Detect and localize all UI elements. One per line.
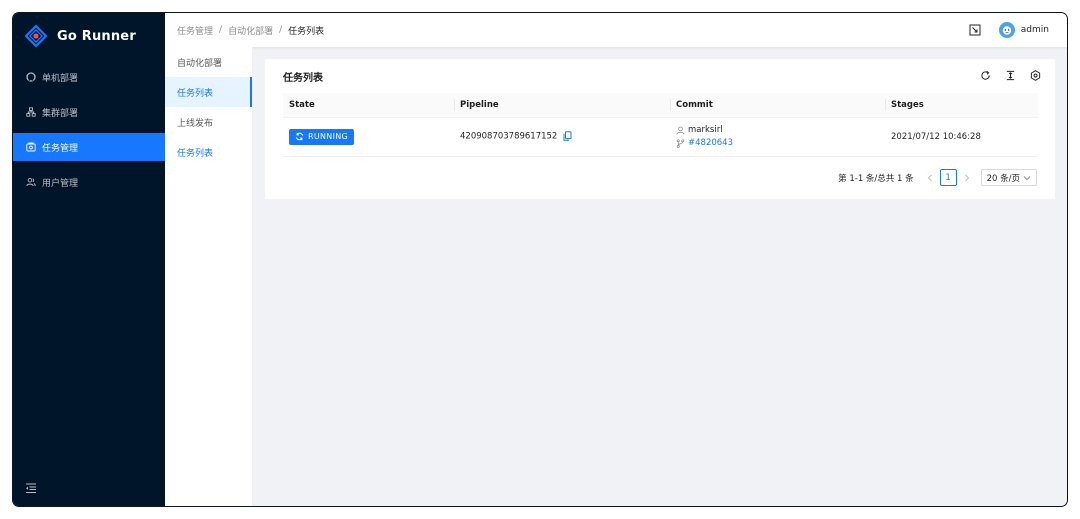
- commit-cell: marksirl #4820643: [670, 117, 885, 157]
- chevron-right-icon: [964, 174, 969, 181]
- table-toolbar: [966, 69, 1041, 81]
- page-size-value: 20 条/页: [986, 173, 1020, 184]
- card-title: 任务列表: [283, 73, 323, 84]
- next-page-button[interactable]: [961, 170, 973, 186]
- commit-link[interactable]: #4820643: [688, 138, 733, 148]
- header-actions: admin: [969, 13, 1049, 47]
- pipeline-cell: 420908703789617152: [454, 117, 670, 157]
- stages-cell: 2021/07/12 10:46:28: [885, 117, 1038, 157]
- breadcrumb-item[interactable]: 任务管理: [177, 24, 213, 37]
- username[interactable]: admin: [1021, 25, 1049, 35]
- app-window: Go Runner 单机部署 集群部署 任务管理 用户管理 任务管理 / 自动化…: [13, 13, 1067, 506]
- sidebar: Go Runner 单机部署 集群部署 任务管理 用户管理: [13, 13, 165, 506]
- go-runner-logo-icon: [25, 25, 47, 47]
- sidebar-item-label: 单机部署: [42, 73, 79, 84]
- top-header: 任务管理 / 自动化部署 / 任务列表 admin: [165, 13, 1067, 47]
- copy-icon[interactable]: [563, 131, 572, 141]
- commit-hash-line: #4820643: [676, 137, 885, 149]
- commit-author: marksirl: [688, 125, 723, 135]
- submenu-item-task-list-2[interactable]: 任务列表: [165, 137, 252, 167]
- app-title: Go Runner: [57, 28, 136, 44]
- breadcrumb-current: 任务列表: [288, 26, 325, 37]
- commit-author-line: marksirl: [676, 124, 885, 136]
- app-logo[interactable]: Go Runner: [13, 13, 165, 59]
- status-text: RUNNING: [308, 132, 349, 141]
- submenu-item-auto-deploy[interactable]: 自动化部署: [165, 47, 252, 77]
- breadcrumb-separator: /: [219, 25, 223, 35]
- status-badge: RUNNING: [289, 128, 355, 145]
- page-number-button[interactable]: 1: [939, 169, 957, 186]
- fullscreen-icon[interactable]: [969, 24, 981, 36]
- pagination-total: 第 1-1 条/总共 1 条: [838, 173, 914, 184]
- sidebar-item-label: 用户管理: [42, 178, 79, 189]
- task-list-card: 任务列表 State Pipeline Commit Stages RUNNIN…: [265, 59, 1055, 199]
- breadcrumb-separator: /: [279, 25, 283, 35]
- settings-gear-icon[interactable]: [1029, 69, 1041, 81]
- chevron-down-icon: [1023, 175, 1031, 180]
- chevron-left-icon: [927, 174, 932, 181]
- cluster-icon: [26, 107, 36, 117]
- avatar-face-icon: [1002, 26, 1011, 35]
- prev-page-button[interactable]: [924, 170, 936, 186]
- column-header-stages[interactable]: Stages: [885, 93, 1038, 118]
- breadcrumb: 任务管理 / 自动化部署 / 任务列表: [177, 24, 324, 37]
- branch-icon: [676, 138, 685, 148]
- user-group-icon: [26, 177, 36, 187]
- github-icon: [26, 72, 36, 82]
- sync-icon: [295, 132, 304, 141]
- secondary-menu: 自动化部署 任务列表 上线发布 任务列表: [165, 47, 253, 506]
- page-size-select[interactable]: 20 条/页: [980, 169, 1037, 186]
- pipeline-id: 420908703789617152: [460, 131, 558, 142]
- avatar[interactable]: [998, 22, 1015, 38]
- main-menu: 单机部署 集群部署 任务管理 用户管理: [13, 63, 165, 203]
- sidebar-item-label: 任务管理: [42, 143, 79, 154]
- sidebar-item-user-management[interactable]: 用户管理: [13, 168, 165, 196]
- sidebar-item-label: 集群部署: [42, 108, 79, 119]
- reload-icon[interactable]: [979, 69, 991, 81]
- screenshot-frame: Go Runner 单机部署 集群部署 任务管理 用户管理 任务管理 / 自动化…: [0, 0, 1080, 519]
- user-icon: [676, 126, 685, 135]
- sidebar-item-task-management[interactable]: 任务管理: [13, 133, 165, 161]
- task-icon: [26, 142, 36, 152]
- submenu-item-task-list[interactable]: 任务列表: [165, 77, 252, 107]
- table-row[interactable]: RUNNING 420908703789617152 marksirl #482…: [283, 117, 1038, 157]
- menu-fold-icon[interactable]: [25, 482, 37, 494]
- column-header-pipeline[interactable]: Pipeline: [454, 93, 670, 118]
- column-height-icon[interactable]: [1004, 69, 1016, 81]
- breadcrumb-item[interactable]: 自动化部署: [228, 24, 273, 37]
- sidebar-item-cluster-deploy[interactable]: 集群部署: [13, 98, 165, 126]
- sidebar-item-standalone-deploy[interactable]: 单机部署: [13, 63, 165, 91]
- task-table: State Pipeline Commit Stages RUNNING 420…: [283, 93, 1038, 157]
- submenu-item-release[interactable]: 上线发布: [165, 107, 252, 137]
- pagination: 第 1-1 条/总共 1 条 1 20 条/页: [838, 169, 1037, 186]
- column-header-commit[interactable]: Commit: [670, 93, 885, 118]
- column-header-state[interactable]: State: [283, 93, 454, 118]
- state-cell: RUNNING: [283, 117, 454, 157]
